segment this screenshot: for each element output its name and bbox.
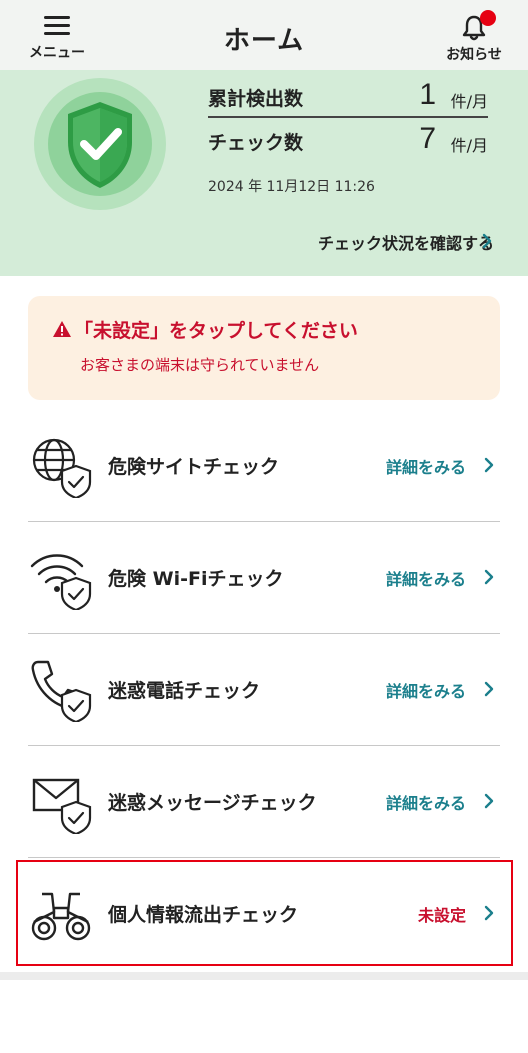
unconfigured-warning: 「未設定」をタップしてください お客さまの端末は守られていません (28, 296, 500, 400)
protection-status-panel: 累計検出数 1 件/月 チェック数 7 件/月 2024 年 11月12日 11… (0, 70, 528, 276)
last-check-timestamp: 2024 年 11月12日 11:26 (208, 179, 375, 195)
menu-button[interactable]: メニュー (22, 12, 92, 64)
total-detections-row: 累計検出数 1 件/月 (208, 78, 488, 118)
check-item-label: 危険 Wi-Fiチェック (108, 568, 284, 590)
check-item-label: 危険サイトチェック (108, 456, 280, 478)
menu-label: メニュー (29, 45, 85, 61)
globe-shield-icon (32, 438, 92, 498)
chevron-right-icon[interactable] (482, 792, 496, 810)
checks-count-row: チェック数 7 件/月 (208, 122, 488, 162)
check-item-label: 迷惑電話チェック (108, 680, 261, 702)
details-link[interactable]: 詳細をみる (386, 566, 466, 590)
envelope-shield-icon (32, 778, 92, 834)
check-item-label: 迷惑メッセージチェック (108, 792, 317, 814)
total-detections-label: 累計検出数 (208, 88, 304, 110)
checks-count-label: チェック数 (208, 132, 304, 154)
check-status-link[interactable]: チェック状況を確認する (318, 230, 494, 254)
hamburger-icon (44, 16, 70, 36)
chevron-right-icon[interactable] (482, 680, 496, 698)
app-header: メニュー ホーム お知らせ (0, 0, 528, 70)
total-detections-value: 1 (419, 78, 436, 111)
details-link[interactable]: 詳細をみる (386, 678, 466, 702)
check-item-dangerous-wifi[interactable]: 危険 Wi-Fiチェック 詳細をみる (28, 522, 500, 634)
chevron-right-icon[interactable] (482, 456, 496, 474)
total-detections-unit: 件/月 (450, 92, 488, 111)
checks-count-value: 7 (419, 122, 436, 155)
notification-badge (480, 10, 496, 26)
checks-count-unit: 件/月 (450, 136, 488, 155)
warning-icon (53, 321, 71, 337)
notifications-label: お知らせ (446, 47, 502, 63)
warning-text: お客さまの端末は守られていません (80, 356, 320, 374)
highlight-frame (16, 860, 513, 966)
check-item-dangerous-site[interactable]: 危険サイトチェック 詳細をみる (28, 410, 500, 522)
phone-shield-icon (31, 660, 92, 722)
details-link[interactable]: 詳細をみる (386, 790, 466, 814)
details-link[interactable]: 詳細をみる (386, 454, 466, 478)
wifi-shield-icon (30, 554, 92, 610)
bottom-divider (0, 972, 528, 980)
notifications-button[interactable]: お知らせ (436, 10, 512, 64)
check-item-nuisance-message[interactable]: 迷惑メッセージチェック 詳細をみる (28, 746, 500, 858)
shield-check-icon (34, 78, 166, 210)
chevron-right-icon[interactable] (482, 568, 496, 586)
warning-title: 「未設定」をタップしてください (74, 320, 358, 342)
check-item-nuisance-call[interactable]: 迷惑電話チェック 詳細をみる (28, 634, 500, 746)
chevron-right-icon[interactable] (480, 232, 494, 250)
page-title: ホーム (223, 26, 305, 56)
